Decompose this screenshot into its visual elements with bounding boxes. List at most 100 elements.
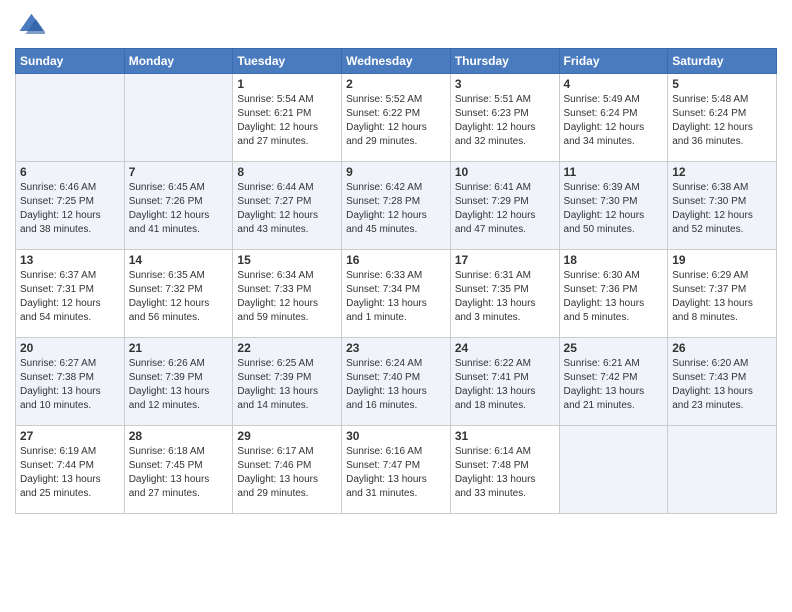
calendar-cell: 19Sunrise: 6:29 AM Sunset: 7:37 PM Dayli… (668, 250, 777, 338)
week-row-3: 20Sunrise: 6:27 AM Sunset: 7:38 PM Dayli… (16, 338, 777, 426)
day-number: 23 (346, 341, 446, 355)
day-number: 16 (346, 253, 446, 267)
day-number: 3 (455, 77, 555, 91)
week-row-4: 27 Sunrise: 6:19 AM Sunset: 7:44 PM Dayli… (16, 426, 777, 514)
day-info: Sunrise: 6:20 AM Sunset: 7:43 PM Dayligh… (672, 357, 772, 413)
day-number: 10 (455, 165, 555, 179)
calendar-cell: 8 Sunrise: 6:44 AM Sunset: 7:27 PM Daylig… (233, 162, 342, 250)
day-info: Sunrise: 6:26 AM Sunset: 7:39 PM Dayligh… (129, 357, 229, 413)
calendar-cell (668, 426, 777, 514)
day-number: 28 (129, 429, 229, 443)
calendar-cell: 30 Sunrise: 6:16 AM Sunset: 7:47 PM Dayli… (342, 426, 451, 514)
calendar-cell: 1 Sunrise: 5:54 AM Sunset: 6:21 PM Daylig… (233, 74, 342, 162)
calendar-cell (16, 74, 125, 162)
calendar-cell: 2 Sunrise: 5:52 AM Sunset: 6:22 PM Daylig… (342, 74, 451, 162)
day-number: 26 (672, 341, 772, 355)
calendar-cell: 21Sunrise: 6:26 AM Sunset: 7:39 PM Dayli… (124, 338, 233, 426)
header-tuesday: Tuesday (233, 49, 342, 74)
day-number: 8 (237, 165, 337, 179)
calendar-body: 1 Sunrise: 5:54 AM Sunset: 6:21 PM Daylig… (16, 74, 777, 514)
calendar-cell: 28 Sunrise: 6:18 AM Sunset: 7:45 PM Dayli… (124, 426, 233, 514)
calendar-header: SundayMondayTuesdayWednesdayThursdayFrid… (16, 49, 777, 74)
day-info: Sunrise: 6:33 AM Sunset: 7:34 PM Dayligh… (346, 269, 446, 325)
day-info: Sunrise: 6:22 AM Sunset: 7:41 PM Dayligh… (455, 357, 555, 413)
day-number: 25 (564, 341, 664, 355)
day-number: 17 (455, 253, 555, 267)
day-info: Sunrise: 6:16 AM Sunset: 7:47 PM Dayligh… (346, 445, 446, 501)
day-number: 9 (346, 165, 446, 179)
day-info: Sunrise: 6:18 AM Sunset: 7:45 PM Dayligh… (129, 445, 229, 501)
day-info: Sunrise: 6:37 AM Sunset: 7:31 PM Dayligh… (20, 269, 120, 325)
week-row-2: 13Sunrise: 6:37 AM Sunset: 7:31 PM Dayli… (16, 250, 777, 338)
header-row: SundayMondayTuesdayWednesdayThursdayFrid… (16, 49, 777, 74)
calendar-cell: 6 Sunrise: 6:46 AM Sunset: 7:25 PM Daylig… (16, 162, 125, 250)
calendar-cell: 29Sunrise: 6:17 AM Sunset: 7:46 PM Dayli… (233, 426, 342, 514)
header (15, 10, 777, 40)
calendar-cell: 4 Sunrise: 5:49 AM Sunset: 6:24 PM Daylig… (559, 74, 668, 162)
header-thursday: Thursday (450, 49, 559, 74)
day-info: Sunrise: 5:54 AM Sunset: 6:21 PM Dayligh… (237, 93, 337, 149)
day-number: 31 (455, 429, 555, 443)
calendar-cell (559, 426, 668, 514)
calendar-cell: 9 Sunrise: 6:42 AM Sunset: 7:28 PM Daylig… (342, 162, 451, 250)
calendar-cell: 3 Sunrise: 5:51 AM Sunset: 6:23 PM Daylig… (450, 74, 559, 162)
day-info: Sunrise: 6:39 AM Sunset: 7:30 PM Dayligh… (564, 181, 664, 237)
calendar-cell: 11 Sunrise: 6:39 AM Sunset: 7:30 PM Dayli… (559, 162, 668, 250)
week-row-1: 6 Sunrise: 6:46 AM Sunset: 7:25 PM Daylig… (16, 162, 777, 250)
logo (15, 10, 49, 40)
day-info: Sunrise: 6:30 AM Sunset: 7:36 PM Dayligh… (564, 269, 664, 325)
day-number: 27 (20, 429, 120, 443)
calendar-cell: 25 Sunrise: 6:21 AM Sunset: 7:42 PM Dayli… (559, 338, 668, 426)
day-number: 6 (20, 165, 120, 179)
day-number: 4 (564, 77, 664, 91)
calendar-cell: 18 Sunrise: 6:30 AM Sunset: 7:36 PM Dayli… (559, 250, 668, 338)
day-number: 2 (346, 77, 446, 91)
calendar-table: SundayMondayTuesdayWednesdayThursdayFrid… (15, 48, 777, 514)
day-number: 11 (564, 165, 664, 179)
day-info: Sunrise: 6:42 AM Sunset: 7:28 PM Dayligh… (346, 181, 446, 237)
day-number: 20 (20, 341, 120, 355)
day-info: Sunrise: 6:44 AM Sunset: 7:27 PM Dayligh… (237, 181, 337, 237)
day-info: Sunrise: 5:51 AM Sunset: 6:23 PM Dayligh… (455, 93, 555, 149)
calendar-cell: 12Sunrise: 6:38 AM Sunset: 7:30 PM Dayli… (668, 162, 777, 250)
day-info: Sunrise: 6:24 AM Sunset: 7:40 PM Dayligh… (346, 357, 446, 413)
calendar-cell: 16 Sunrise: 6:33 AM Sunset: 7:34 PM Dayli… (342, 250, 451, 338)
day-number: 15 (237, 253, 337, 267)
calendar-cell: 31Sunrise: 6:14 AM Sunset: 7:48 PM Dayli… (450, 426, 559, 514)
logo-icon (15, 10, 45, 40)
day-info: Sunrise: 6:21 AM Sunset: 7:42 PM Dayligh… (564, 357, 664, 413)
week-row-0: 1 Sunrise: 5:54 AM Sunset: 6:21 PM Daylig… (16, 74, 777, 162)
day-info: Sunrise: 6:41 AM Sunset: 7:29 PM Dayligh… (455, 181, 555, 237)
calendar-cell: 22Sunrise: 6:25 AM Sunset: 7:39 PM Dayli… (233, 338, 342, 426)
day-number: 5 (672, 77, 772, 91)
day-number: 29 (237, 429, 337, 443)
day-info: Sunrise: 6:45 AM Sunset: 7:26 PM Dayligh… (129, 181, 229, 237)
day-number: 14 (129, 253, 229, 267)
day-number: 18 (564, 253, 664, 267)
day-info: Sunrise: 6:19 AM Sunset: 7:44 PM Dayligh… (20, 445, 120, 501)
calendar-cell: 27 Sunrise: 6:19 AM Sunset: 7:44 PM Dayli… (16, 426, 125, 514)
day-info: Sunrise: 5:48 AM Sunset: 6:24 PM Dayligh… (672, 93, 772, 149)
calendar-cell: 23 Sunrise: 6:24 AM Sunset: 7:40 PM Dayli… (342, 338, 451, 426)
header-saturday: Saturday (668, 49, 777, 74)
day-number: 22 (237, 341, 337, 355)
day-info: Sunrise: 5:52 AM Sunset: 6:22 PM Dayligh… (346, 93, 446, 149)
day-info: Sunrise: 5:49 AM Sunset: 6:24 PM Dayligh… (564, 93, 664, 149)
calendar-cell: 15Sunrise: 6:34 AM Sunset: 7:33 PM Dayli… (233, 250, 342, 338)
day-number: 19 (672, 253, 772, 267)
day-info: Sunrise: 6:38 AM Sunset: 7:30 PM Dayligh… (672, 181, 772, 237)
header-friday: Friday (559, 49, 668, 74)
calendar-cell (124, 74, 233, 162)
day-info: Sunrise: 6:46 AM Sunset: 7:25 PM Dayligh… (20, 181, 120, 237)
calendar-cell: 14 Sunrise: 6:35 AM Sunset: 7:32 PM Dayli… (124, 250, 233, 338)
day-number: 24 (455, 341, 555, 355)
calendar-cell: 24 Sunrise: 6:22 AM Sunset: 7:41 PM Dayli… (450, 338, 559, 426)
day-number: 30 (346, 429, 446, 443)
page: SundayMondayTuesdayWednesdayThursdayFrid… (0, 0, 792, 612)
calendar-cell: 5 Sunrise: 5:48 AM Sunset: 6:24 PM Daylig… (668, 74, 777, 162)
day-number: 7 (129, 165, 229, 179)
day-info: Sunrise: 6:35 AM Sunset: 7:32 PM Dayligh… (129, 269, 229, 325)
calendar-cell: 13Sunrise: 6:37 AM Sunset: 7:31 PM Dayli… (16, 250, 125, 338)
day-number: 1 (237, 77, 337, 91)
calendar-cell: 17Sunrise: 6:31 AM Sunset: 7:35 PM Dayli… (450, 250, 559, 338)
